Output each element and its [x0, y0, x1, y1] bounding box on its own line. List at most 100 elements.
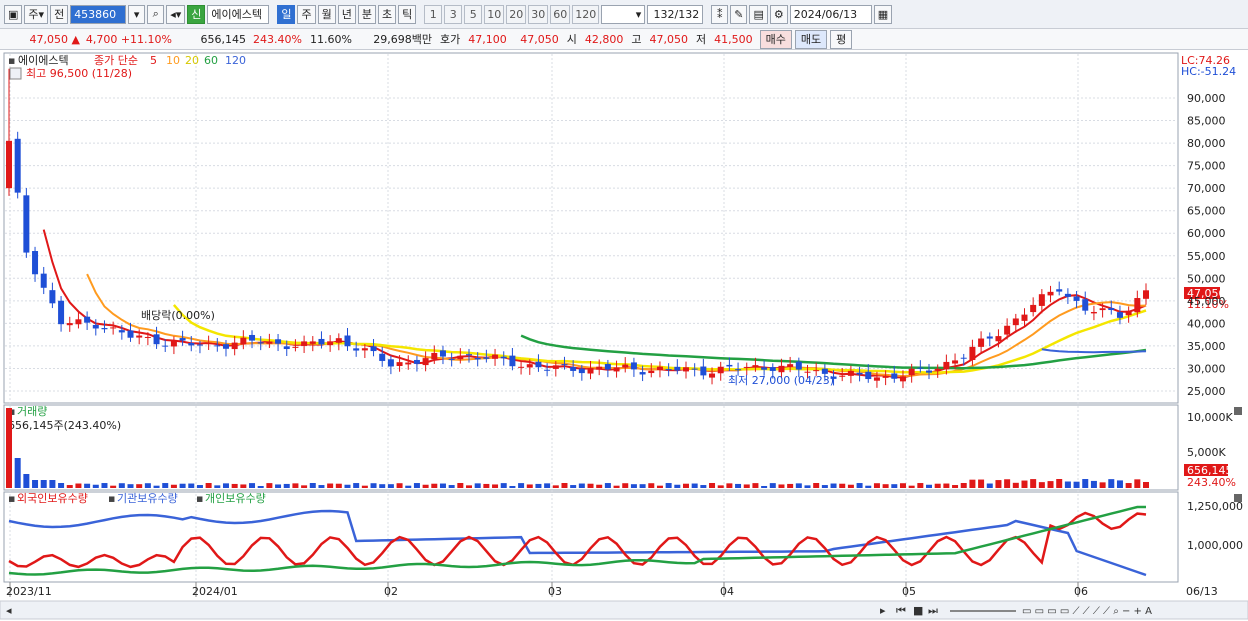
sell-button[interactable]: 매도 — [794, 29, 828, 49]
scroll-first-icon[interactable]: ⏮ — [896, 604, 906, 617]
holding-ytick-1000000: 1,000,000 — [1187, 539, 1243, 552]
volume-ytick-5000k: 5,000K — [1187, 446, 1226, 459]
volume-bar — [648, 483, 655, 488]
chevron-down-icon[interactable]: ▾ — [128, 4, 146, 24]
candle-body — [873, 377, 880, 381]
prev-button[interactable]: 전 — [50, 4, 69, 24]
volume-bar — [162, 483, 169, 488]
calendar-icon[interactable] — [9, 67, 22, 80]
volume-bar — [1004, 479, 1011, 488]
volume-bar — [587, 483, 594, 488]
volume-bar — [301, 485, 308, 488]
x-right-date: 06/13 — [1186, 585, 1218, 598]
change-value: 4,700 +11.10% — [85, 32, 172, 46]
price-ytick: 75,000 — [1187, 160, 1226, 173]
interval-5[interactable]: 5 — [464, 4, 483, 24]
candle-body — [665, 369, 672, 371]
candle-body — [648, 370, 655, 374]
custom-interval-select[interactable]: ▾ — [601, 4, 646, 24]
volume-bar — [778, 484, 785, 488]
period-week[interactable]: 주 — [297, 4, 316, 24]
volume-bar — [500, 483, 507, 488]
calendar-icon[interactable]: ▦ — [873, 4, 893, 24]
period-month[interactable]: 월 — [317, 4, 336, 24]
candle-body — [58, 300, 65, 325]
volume-bar — [596, 484, 603, 488]
gear-icon[interactable]: ⚙ — [769, 4, 788, 24]
candle-body — [75, 319, 82, 325]
draw-tool-icon[interactable]: ✎ — [730, 4, 748, 24]
interval-10[interactable]: 10 — [484, 4, 505, 24]
interval-1[interactable]: 1 — [424, 4, 443, 24]
period-second[interactable]: 초 — [377, 4, 397, 24]
date-field[interactable]: 2024/06/13 — [789, 4, 872, 24]
candle-body — [804, 371, 811, 373]
x-label: 06 — [1074, 585, 1088, 598]
buy-button[interactable]: 매수 — [759, 29, 792, 49]
close-icon[interactable] — [1234, 407, 1242, 415]
interval-60[interactable]: 60 — [550, 4, 571, 24]
scroll-stop-icon[interactable]: ■ — [913, 604, 923, 617]
candle-body — [986, 336, 993, 339]
volume-bar — [1143, 482, 1149, 488]
candle-body — [778, 365, 785, 373]
candle-body — [240, 337, 247, 345]
volume-bar — [379, 484, 386, 488]
candle-body — [231, 342, 238, 350]
stock-chart[interactable]: ▪ 에이에스텍 종가 단순 5 10 20 60 120 최고 96,500 (… — [0, 51, 1248, 621]
low-value: 41,500 — [714, 32, 753, 46]
period-year[interactable]: 년 — [337, 4, 356, 24]
up-arrow-icon: ▲ — [71, 32, 80, 46]
interval-120[interactable]: 120 — [572, 4, 600, 24]
scroll-right-icon[interactable]: ▸ — [880, 604, 886, 617]
interval-3[interactable]: 3 — [444, 4, 463, 24]
scroll-last-icon[interactable]: ⏭ — [928, 604, 938, 617]
volume-bar — [1030, 479, 1037, 488]
volume-bar — [318, 485, 325, 488]
interval-20[interactable]: 20 — [506, 4, 527, 24]
candle-body — [205, 342, 212, 345]
candle-body — [214, 345, 221, 347]
volume-bar — [630, 484, 637, 488]
candle-body — [613, 367, 620, 372]
candle-body — [292, 346, 299, 348]
volume-bar — [23, 474, 30, 488]
market-select[interactable]: 주 ▾ — [24, 4, 49, 24]
candle-body — [196, 344, 203, 346]
chart-area[interactable]: ▪ 에이에스텍 종가 단순 5 10 20 60 120 최고 96,500 (… — [0, 51, 1248, 621]
code-input[interactable]: 453860 — [70, 4, 127, 24]
price-ytick: 70,000 — [1187, 182, 1226, 195]
volume-bar — [978, 479, 985, 488]
candle-body — [84, 316, 91, 323]
volume-bar — [544, 483, 551, 488]
candle-body — [1047, 291, 1054, 296]
layout-icon[interactable]: ▣ — [4, 4, 23, 24]
candle-body — [153, 334, 160, 345]
interval-30[interactable]: 30 — [528, 4, 549, 24]
eval-button[interactable]: 평 — [830, 29, 853, 49]
candle-body — [552, 365, 559, 369]
chart-tools-icons[interactable]: ▭ ▭ ▭ ▭ ⟋ ⟋ ⟋ ⟋ ⌕ − + A — [1022, 606, 1152, 617]
speaker-icon[interactable]: ◂▾ — [166, 4, 186, 24]
scroll-left-icon[interactable]: ◂ — [6, 604, 12, 617]
count-field[interactable]: 132/132 — [647, 4, 704, 24]
volume-bar — [700, 485, 707, 488]
period-day[interactable]: 일 — [277, 4, 296, 24]
high-value: 47,050 — [649, 32, 689, 46]
volume-bar — [188, 483, 195, 488]
candle-body — [969, 346, 976, 360]
compare-icon[interactable]: ⁑ — [711, 4, 729, 24]
candle-body — [656, 366, 663, 370]
candle-body — [743, 366, 750, 368]
search-icon[interactable]: ⌕ — [147, 4, 165, 24]
period-tick[interactable]: 틱 — [398, 4, 417, 24]
volume-bar — [327, 483, 334, 488]
ask1-value: 47,100 — [468, 32, 507, 46]
period-minute[interactable]: 분 — [357, 4, 376, 24]
volume-bar — [769, 483, 776, 488]
save-icon[interactable]: ▤ — [749, 4, 768, 24]
volume-bar — [231, 483, 238, 488]
candle-body — [856, 372, 863, 375]
volume-bar — [1125, 483, 1132, 488]
candle-body — [787, 364, 794, 367]
